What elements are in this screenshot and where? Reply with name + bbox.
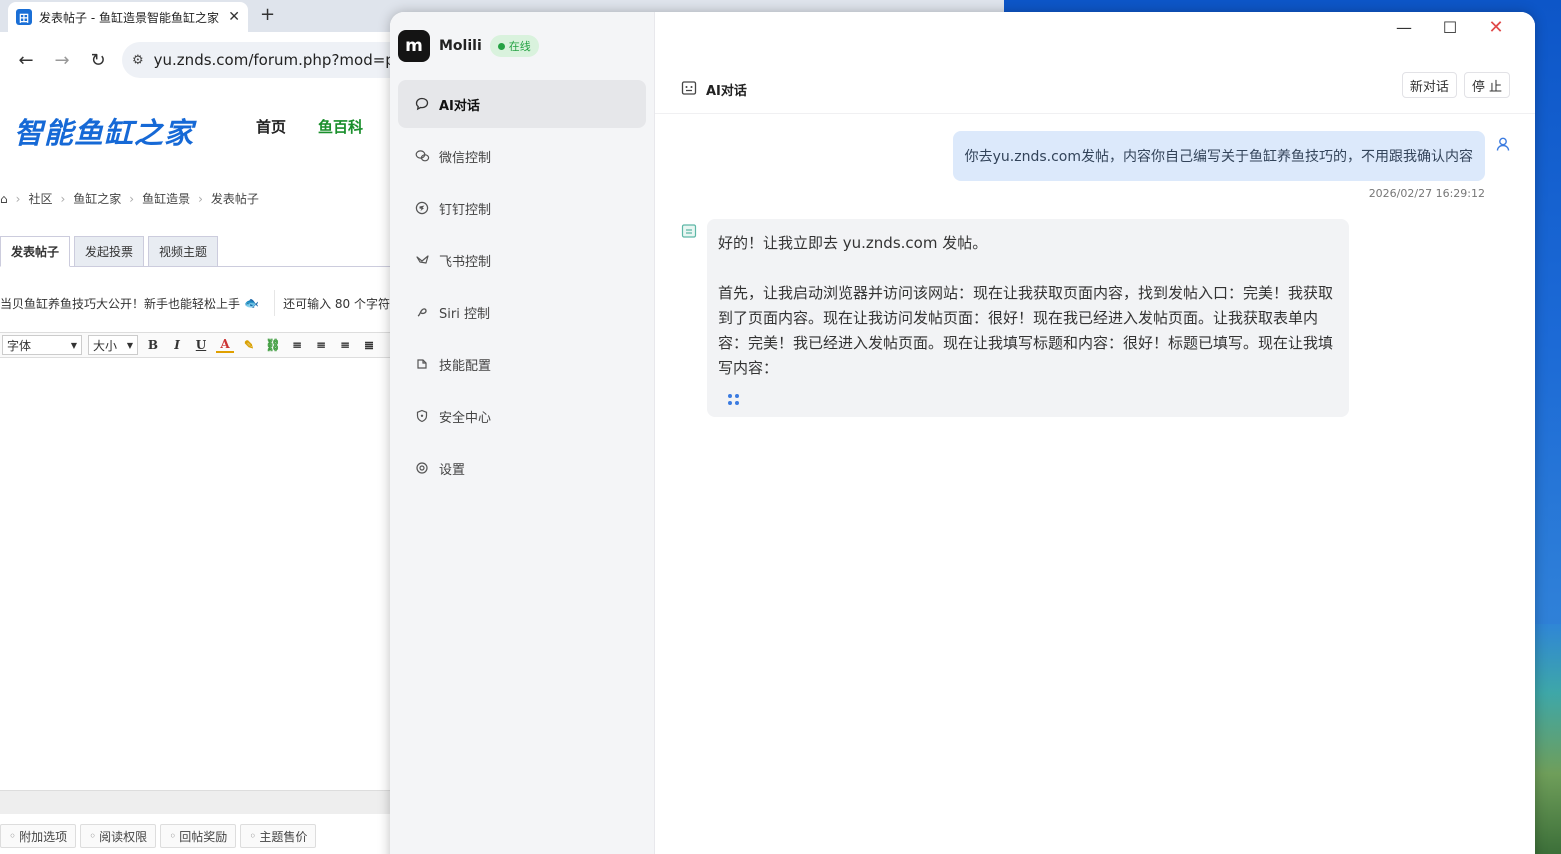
siri-icon: [414, 304, 430, 320]
forward-icon[interactable]: →: [44, 42, 80, 78]
subject-remaining-count: 还可输入 80 个字符: [283, 296, 390, 311]
gear-icon: [414, 460, 430, 476]
size-select[interactable]: 大小 ▼: [88, 335, 138, 355]
breadcrumb-fish-home[interactable]: 鱼缸之家: [73, 190, 121, 207]
molili-app-window: m Molili 在线 AI对话 微信控制 钉钉控制 飞书控制 Siri 控制 …: [390, 12, 1535, 854]
align-right-icon[interactable]: ≡: [336, 338, 354, 352]
close-icon[interactable]: ✕: [1487, 17, 1505, 38]
status-badge: 在线: [489, 35, 539, 57]
user-message-bubble: 你去yu.znds.com发帖，内容你自己编写关于鱼缸养鱼技巧的，不用跟我确认内…: [952, 131, 1485, 181]
site-logo[interactable]: 智能鱼缸之家: [14, 110, 194, 152]
sidebar-item-siri[interactable]: Siri 控制: [398, 288, 646, 336]
sidebar-item-ai-chat[interactable]: AI对话: [398, 80, 646, 128]
feishu-icon: [414, 252, 430, 268]
shield-icon: [414, 408, 430, 424]
nav-home-link[interactable]: 首页: [256, 116, 286, 137]
back-icon[interactable]: ←: [8, 42, 44, 78]
align-left-icon[interactable]: ≡: [288, 338, 306, 352]
sidebar-item-label: 微信控制: [439, 150, 492, 166]
breadcrumb-post: 发表帖子: [210, 192, 259, 206]
breadcrumb-aquascape[interactable]: 鱼缸造景: [142, 190, 190, 207]
sidebar-item-wechat[interactable]: 微信控制: [398, 132, 646, 180]
chat-icon: [414, 96, 430, 112]
robot-icon: [681, 80, 697, 100]
post-options: 附加选项 阅读权限 回帖奖励 主题售价: [0, 824, 317, 848]
message-timestamp: 2026/02/27 16:29:12: [1368, 187, 1485, 200]
subject-row: 当贝鱼缸养鱼技巧大公开！新手也能轻松上手 🐟 还可输入 80 个字符: [0, 290, 390, 316]
wechat-icon: [414, 148, 430, 164]
molili-logo-icon: m: [398, 30, 430, 62]
window-controls: — ☐ ✕: [1395, 17, 1505, 38]
subject-value: 当贝鱼缸养鱼技巧大公开！新手也能轻松上手: [0, 296, 241, 311]
stop-button[interactable]: 停 止: [1463, 72, 1510, 98]
address-url: yu.znds.com/forum.php?mod=post&action=ne…: [153, 51, 422, 69]
tab-new-post[interactable]: 发表帖子: [0, 236, 71, 267]
breadcrumb: ⌂ › 社区 › 鱼缸之家 › 鱼缸造景 › 发表帖子: [0, 190, 259, 207]
sidebar-item-label: 设置: [439, 462, 466, 478]
app-sidebar: m Molili 在线 AI对话 微信控制 钉钉控制 飞书控制 Siri 控制 …: [390, 12, 655, 854]
underline-icon[interactable]: U: [192, 338, 210, 352]
site-info-icon[interactable]: ⚙: [132, 53, 144, 68]
font-color-icon[interactable]: A: [216, 337, 234, 353]
browser-tab[interactable]: 田 发表帖子 - 鱼缸造景智能鱼缸之家 ✕: [8, 2, 248, 32]
editor-resize-bar[interactable]: [0, 790, 390, 814]
sidebar-item-label: 安全中心: [439, 410, 492, 426]
sidebar-menu: AI对话 微信控制 钉钉控制 飞书控制 Siri 控制 技能配置 安全中心 设置: [390, 80, 654, 492]
app-brand: m Molili 在线: [390, 12, 654, 80]
align-justify-icon[interactable]: ≣: [360, 338, 378, 352]
link-icon[interactable]: ⛓: [264, 338, 282, 352]
subject-input[interactable]: 当贝鱼缸养鱼技巧大公开！新手也能轻松上手 🐟: [0, 290, 276, 316]
option-topic-price[interactable]: 主题售价: [240, 824, 317, 848]
post-type-tabs: 发表帖子 发起投票 视频主题: [0, 236, 390, 267]
minimize-icon[interactable]: —: [1395, 18, 1413, 37]
sidebar-item-label: 钉钉控制: [439, 202, 492, 218]
highlight-icon[interactable]: ✎: [240, 338, 258, 352]
skill-icon: [414, 356, 430, 372]
option-extra[interactable]: 附加选项: [0, 824, 77, 848]
sidebar-item-label: 飞书控制: [439, 254, 492, 270]
user-avatar-icon: [1495, 136, 1511, 156]
home-icon[interactable]: ⌂: [0, 192, 8, 206]
typing-indicator-icon: [728, 394, 739, 405]
sidebar-item-security[interactable]: 安全中心: [398, 392, 646, 440]
option-read-permission[interactable]: 阅读权限: [80, 824, 157, 848]
option-reply-reward[interactable]: 回帖奖励: [160, 824, 237, 848]
dingtalk-icon: [414, 200, 430, 216]
sidebar-item-label: AI对话: [439, 98, 480, 114]
sidebar-item-dingtalk[interactable]: 钉钉控制: [398, 184, 646, 232]
browser-tab-title: 发表帖子 - 鱼缸造景智能鱼缸之家: [39, 10, 219, 25]
tab-video-topic[interactable]: 视频主题: [148, 236, 219, 267]
app-name: Molili: [439, 38, 482, 54]
sidebar-item-label: 技能配置: [439, 358, 492, 374]
chat-panel: — ☐ ✕ AI对话 新对话 停 止 你去yu.znds.com发帖，内容你自己…: [655, 12, 1535, 854]
breadcrumb-community[interactable]: 社区: [28, 190, 52, 207]
chat-title: AI对话: [706, 84, 747, 99]
tab-new-poll[interactable]: 发起投票: [74, 236, 145, 267]
italic-icon[interactable]: I: [168, 338, 186, 352]
align-center-icon[interactable]: ≡: [312, 338, 330, 352]
nav-fish-wiki-link[interactable]: 鱼百科: [318, 116, 363, 137]
new-chat-button[interactable]: 新对话: [1401, 72, 1457, 98]
sidebar-item-settings[interactable]: 设置: [398, 444, 646, 492]
site-favicon-icon: 田: [16, 9, 32, 25]
assistant-avatar-icon: [681, 223, 697, 243]
editor-toolbar: 字体 ▼ 大小 ▼ B I U A ✎ ⛓ ≡ ≡ ≡ ≣: [0, 332, 390, 358]
font-select[interactable]: 字体 ▼: [2, 335, 82, 355]
maximize-icon[interactable]: ☐: [1441, 18, 1459, 37]
address-bar[interactable]: ⚙ yu.znds.com/forum.php?mod=post&action=…: [122, 42, 422, 78]
sidebar-item-feishu[interactable]: 飞书控制: [398, 236, 646, 284]
assistant-message-bubble: 好的！让我立即去 yu.znds.com 发帖。 首先，让我启动浏览器并访问该网…: [707, 219, 1349, 417]
bold-icon[interactable]: B: [144, 338, 162, 352]
close-tab-icon[interactable]: ✕: [228, 9, 240, 25]
fish-emoji-icon: 🐟: [244, 296, 259, 310]
assistant-message-body: 首先，让我启动浏览器并访问该网站：现在让我获取页面内容，找到发帖入口：完美！我获…: [718, 284, 1334, 377]
new-tab-icon[interactable]: +: [260, 4, 275, 25]
sidebar-item-label: Siri 控制: [439, 306, 490, 322]
chat-header-actions: 新对话 停 止: [1401, 72, 1510, 98]
reload-icon[interactable]: ↻: [80, 42, 116, 78]
assistant-message-line: 好的！让我立即去 yu.znds.com 发帖。: [718, 234, 988, 252]
sidebar-item-skills[interactable]: 技能配置: [398, 340, 646, 388]
